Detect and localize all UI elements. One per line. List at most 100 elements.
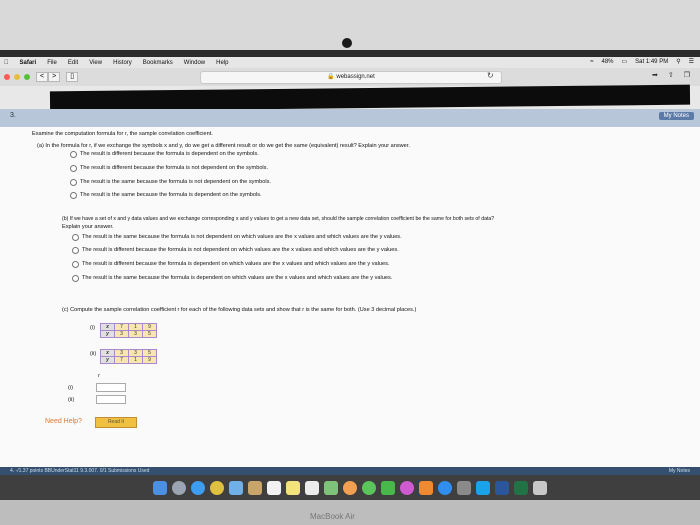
table-ii-x-3: 5 bbox=[142, 349, 157, 357]
screen:  Safari File Edit View History Bookmark… bbox=[0, 57, 700, 500]
menu-window[interactable]: Window bbox=[184, 60, 205, 66]
facetime-icon[interactable] bbox=[381, 480, 395, 495]
share-icon[interactable]: ⇧ bbox=[668, 71, 674, 79]
status-area: ≈ 48% ▭ Sat 1:49 PM ⚲ ☰ bbox=[590, 58, 694, 66]
minimize-window-icon[interactable] bbox=[14, 74, 20, 80]
part-a-option-3: The result is the same because the formu… bbox=[80, 179, 271, 185]
table-ii-x-header: x bbox=[100, 349, 115, 357]
menu-help[interactable]: Help bbox=[216, 60, 228, 66]
answer-input-i[interactable] bbox=[96, 383, 126, 392]
menu-file[interactable]: File bbox=[47, 60, 57, 66]
maps-icon[interactable] bbox=[324, 480, 338, 495]
table-i-x-2: 1 bbox=[128, 323, 143, 331]
clock[interactable]: Sat 1:49 PM bbox=[635, 59, 668, 65]
tabs-icon[interactable]: ❐ bbox=[684, 71, 690, 79]
finder-icon[interactable] bbox=[153, 480, 167, 495]
part-a-prompt: (a) In the formula for r, if we exchange… bbox=[37, 143, 410, 149]
trash-icon[interactable] bbox=[533, 480, 547, 495]
notification-icon[interactable]: ☰ bbox=[689, 58, 694, 65]
wifi-icon[interactable]: ≈ bbox=[590, 59, 593, 65]
contacts-icon[interactable] bbox=[248, 480, 262, 495]
table-ii-y-3: 9 bbox=[142, 356, 157, 364]
reminders-icon[interactable] bbox=[305, 480, 319, 495]
part-a-option-1: The result is different because the form… bbox=[80, 151, 259, 157]
table-i-x-header: x bbox=[100, 323, 115, 331]
menu-safari[interactable]: Safari bbox=[20, 60, 37, 66]
mail-icon[interactable] bbox=[229, 480, 243, 495]
data-table-ii: x 3 3 5 y 7 1 9 bbox=[100, 349, 157, 364]
read-it-button[interactable]: Read It bbox=[95, 417, 137, 428]
preferences-icon[interactable] bbox=[457, 480, 471, 495]
part-b-option-1-radio[interactable] bbox=[72, 234, 79, 241]
answer-label-ii: (ii) bbox=[68, 397, 75, 403]
battery-icon[interactable]: ▭ bbox=[622, 58, 628, 65]
close-window-icon[interactable] bbox=[4, 74, 10, 80]
launchpad-icon[interactable] bbox=[172, 480, 186, 495]
r-label: r bbox=[98, 373, 100, 379]
photos-icon[interactable] bbox=[343, 480, 357, 495]
download-icon[interactable]: ➡ bbox=[652, 71, 658, 79]
next-question-text: 4. -/1.37 points BBUnderStat11 9.3.007. … bbox=[10, 468, 150, 474]
part-b-prompt-2: Explain your answer. bbox=[62, 224, 114, 230]
table-i-x-1: 7 bbox=[114, 323, 129, 331]
menu-edit[interactable]: Edit bbox=[68, 60, 78, 66]
messages-icon[interactable] bbox=[362, 480, 376, 495]
table-i-y-header: y bbox=[100, 330, 115, 338]
sidebar-icon[interactable]: ▯ bbox=[66, 72, 79, 82]
ibooks-icon[interactable] bbox=[419, 480, 433, 495]
table-ii-y-header: y bbox=[100, 356, 115, 364]
forward-button[interactable]: > bbox=[48, 72, 61, 82]
menu-history[interactable]: History bbox=[113, 60, 132, 66]
apple-icon[interactable]:  bbox=[4, 60, 9, 66]
part-a-option-4: The result is the same because the formu… bbox=[80, 192, 262, 198]
address-bar[interactable]: 🔒 webassign.net bbox=[200, 71, 502, 84]
part-a-option-4-radio[interactable] bbox=[70, 192, 77, 199]
word-icon[interactable] bbox=[495, 480, 509, 495]
menu-bookmarks[interactable]: Bookmarks bbox=[143, 60, 173, 66]
menu-view[interactable]: View bbox=[89, 60, 102, 66]
calendar-icon[interactable] bbox=[267, 480, 281, 495]
table-i-y-2: 3 bbox=[128, 330, 143, 338]
reload-icon[interactable]: ↻ bbox=[487, 71, 494, 80]
part-b-option-3-radio[interactable] bbox=[72, 261, 79, 268]
redaction-bar bbox=[49, 84, 691, 112]
answer-label-i: (i) bbox=[68, 385, 73, 391]
answer-input-ii[interactable] bbox=[96, 395, 126, 404]
laptop-brand: MacBook Air bbox=[310, 512, 355, 521]
table-ii-x-2: 3 bbox=[128, 349, 143, 357]
next-question-bar: 4. -/1.37 points BBUnderStat11 9.3.007. … bbox=[0, 467, 700, 475]
set-ii-label: (ii) bbox=[90, 351, 97, 357]
skype-icon[interactable] bbox=[476, 480, 490, 495]
question-banner: 3. My Notes bbox=[0, 109, 700, 127]
my-notes-button[interactable]: My Notes bbox=[658, 112, 694, 120]
part-b-option-1: The result is the same because the formu… bbox=[82, 234, 402, 240]
camera bbox=[342, 38, 352, 48]
table-ii-x-1: 3 bbox=[114, 349, 129, 357]
excel-icon[interactable] bbox=[514, 480, 528, 495]
zoom-window-icon[interactable] bbox=[24, 74, 30, 80]
appstore-icon[interactable] bbox=[438, 480, 452, 495]
set-i-label: (i) bbox=[90, 325, 95, 331]
part-b-option-2-radio[interactable] bbox=[72, 247, 79, 254]
battery-percent: 48% bbox=[601, 58, 614, 65]
spotlight-icon[interactable]: ⚲ bbox=[676, 58, 680, 65]
table-ii-y-1: 7 bbox=[114, 356, 129, 364]
part-a-option-1-radio[interactable] bbox=[70, 151, 77, 158]
safari-icon[interactable] bbox=[191, 480, 205, 495]
question-number: 3. bbox=[10, 112, 16, 119]
chrome-icon[interactable] bbox=[210, 480, 224, 495]
lock-icon: 🔒 bbox=[327, 74, 335, 80]
part-a-option-3-radio[interactable] bbox=[70, 179, 77, 186]
back-button[interactable]: < bbox=[36, 72, 49, 82]
part-a-option-2-radio[interactable] bbox=[70, 165, 77, 172]
data-table-i: x 7 1 9 y 3 3 5 bbox=[100, 323, 157, 338]
need-help-label: Need Help? bbox=[45, 418, 82, 425]
part-b-option-4-radio[interactable] bbox=[72, 275, 79, 282]
notes-icon[interactable] bbox=[286, 480, 300, 495]
footer-my-notes[interactable]: My Notes bbox=[669, 468, 690, 474]
itunes-icon[interactable] bbox=[400, 480, 414, 495]
url-text: webassign.net bbox=[336, 74, 375, 80]
question-content: Examine the computation formula for r, t… bbox=[0, 127, 700, 467]
part-b-option-2: The result is different because the form… bbox=[82, 247, 399, 253]
toolbar-right: ➡ ⇧ ❐ bbox=[652, 71, 690, 79]
